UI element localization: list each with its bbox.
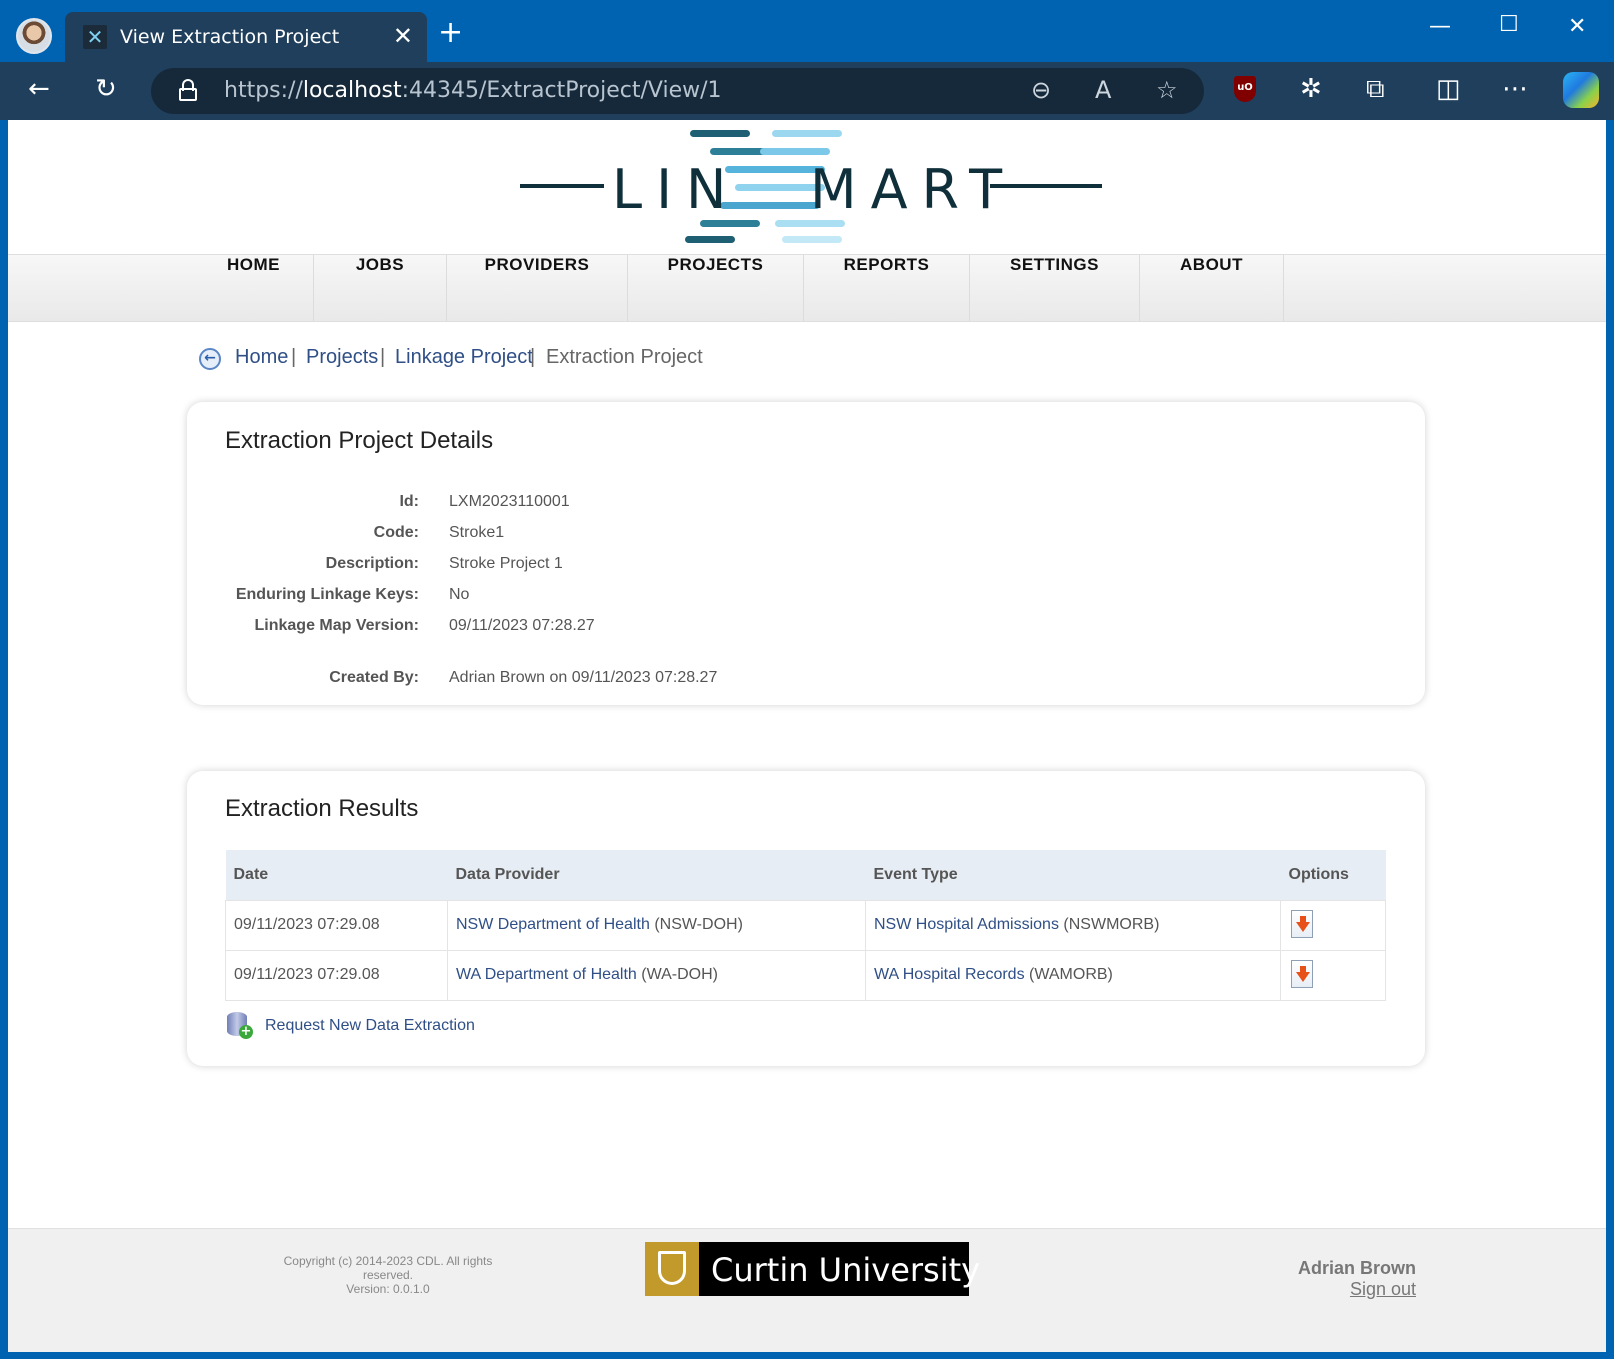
ublock-origin-icon[interactable]: uO [1234,76,1256,102]
table-row: 09/11/2023 07:29.08 WA Department of Hea… [225,949,1386,1001]
back-circle-icon[interactable]: ← [199,348,221,370]
download-file-icon[interactable] [1291,960,1315,990]
download-file-icon[interactable] [1291,910,1315,940]
breadcrumb-separator: | [291,346,297,368]
event-link[interactable]: NSW Hospital Admissions [874,916,1059,933]
description-value: Stroke Project 1 [449,555,563,572]
created-by-value: Adrian Brown on 09/11/2023 07:28.27 [449,669,718,686]
code-value: Stroke1 [449,524,505,541]
row-event: NSW Hospital Admissions (NSWMORB) [865,899,1281,951]
version-line: Version: 0.0.1.0 [346,1282,430,1296]
event-code: (WAMORB) [1029,966,1113,983]
nav-about[interactable]: ABOUT [1140,255,1284,322]
more-options-icon[interactable]: ⋯ [1502,74,1528,104]
row-event: WA Hospital Records (WAMORB) [865,949,1281,1001]
row-options [1280,949,1386,1001]
row-provider: NSW Department of Health (NSW-DOH) [447,899,866,951]
curtin-name: Curtin University [711,1251,981,1289]
col-data-provider: Data Provider [447,850,866,900]
curtin-crest-icon [645,1242,699,1296]
favorite-star-icon[interactable]: ☆ [1156,76,1178,104]
description-label: Description: [325,555,419,572]
nav-providers[interactable]: PROVIDERS [447,255,628,322]
results-card: Extraction Results Date Data Provider Ev… [187,771,1425,1066]
table-row: 09/11/2023 07:29.08 NSW Department of He… [225,899,1386,951]
site-header: LIN MART [8,120,1606,254]
read-aloud-icon[interactable]: A [1095,76,1111,104]
sign-out-link[interactable]: Sign out [1350,1279,1416,1300]
breadcrumb-projects[interactable]: Projects [306,346,378,369]
close-tab-icon[interactable]: ✕ [393,22,413,50]
curtin-university-logo[interactable]: Curtin University [645,1242,980,1296]
enduring-keys-value: No [449,586,470,603]
created-by-label: Created By: [329,669,419,686]
copyright-line: Copyright (c) 2014-2023 CDL. All rights … [283,1254,493,1282]
lock-icon[interactable] [179,79,197,101]
col-date: Date [225,850,448,900]
provider-code: (WA-DOH) [641,966,718,983]
address-bar[interactable]: https://localhost:44345/ExtractProject/V… [151,68,1204,114]
request-extraction-link[interactable]: Request New Data Extraction [265,1017,475,1035]
nav-home[interactable]: HOME [194,255,314,322]
id-value: LXM2023110001 [449,493,570,510]
row-date: 09/11/2023 07:29.08 [225,949,448,1001]
table-header-row: Date Data Provider Event Type Options [225,850,1386,900]
page-viewport: LIN MART HOME JOBS PROVIDERS PROJECTS RE… [8,120,1606,1352]
profile-avatar[interactable] [16,18,52,54]
browser-toolbar: ← ↻ https://localhost:44345/ExtractProje… [0,62,1614,120]
id-label: Id: [399,493,419,510]
col-options: Options [1280,850,1386,900]
maximize-icon[interactable]: ☐ [1499,12,1519,37]
browser-titlebar: ✕ View Extraction Project ✕ + — ☐ ✕ [0,0,1614,62]
window-close-icon[interactable]: ✕ [1568,14,1586,39]
breadcrumb-separator: | [530,346,536,368]
refresh-icon[interactable]: ↻ [95,74,117,104]
row-provider: WA Department of Health (WA-DOH) [447,949,866,1001]
new-tab-icon[interactable]: + [438,18,463,48]
provider-link[interactable]: NSW Department of Health [456,916,650,933]
copyright-text: Copyright (c) 2014-2023 CDL. All rights … [258,1254,518,1296]
logo-text-right: MART [810,158,1017,221]
breadcrumb-separator: | [380,346,386,368]
extension-gear-icon[interactable]: ✲ [1300,74,1322,104]
linxmart-favicon-icon: ✕ [83,25,107,49]
nav-projects[interactable]: PROJECTS [628,255,804,322]
event-code: (NSWMORB) [1063,916,1160,933]
results-title: Extraction Results [225,795,419,822]
linxmart-logo[interactable]: LIN MART [520,126,1102,244]
details-title: Extraction Project Details [225,427,494,454]
site-footer: Copyright (c) 2014-2023 CDL. All rights … [8,1228,1606,1352]
extensions-puzzle-icon[interactable]: ⧉ [1366,74,1385,104]
map-version-value: 09/11/2023 07:28.27 [449,617,595,634]
browser-tab[interactable]: ✕ View Extraction Project ✕ [65,12,427,62]
minimize-icon[interactable]: — [1429,14,1451,39]
nav-reports[interactable]: REPORTS [804,255,970,322]
provider-link[interactable]: WA Department of Health [456,966,637,983]
row-options [1280,899,1386,951]
event-link[interactable]: WA Hospital Records [874,966,1025,983]
row-date: 09/11/2023 07:29.08 [225,899,448,951]
map-version-label: Linkage Map Version: [254,617,419,634]
code-label: Code: [373,524,419,541]
results-table: Date Data Provider Event Type Options 09… [225,850,1386,1001]
logo-text-left: LIN [612,158,741,221]
zoom-out-icon[interactable]: ⊖ [1031,76,1051,104]
database-add-icon[interactable]: + [227,1012,253,1039]
copilot-icon[interactable] [1563,72,1599,108]
main-nav: HOME JOBS PROVIDERS PROJECTS REPORTS SET… [8,254,1606,322]
url-text[interactable]: https://localhost:44345/ExtractProject/V… [224,78,722,103]
details-card: Extraction Project Details Id: LXM202311… [187,402,1425,705]
breadcrumb-linkage-project[interactable]: Linkage Project [395,346,533,369]
back-arrow-icon[interactable]: ← [28,74,50,104]
nav-jobs[interactable]: JOBS [314,255,447,322]
split-screen-icon[interactable]: ◫ [1436,74,1461,104]
enduring-keys-label: Enduring Linkage Keys: [235,586,419,603]
breadcrumb-home[interactable]: Home [235,346,288,369]
breadcrumb-current: Extraction Project [546,346,703,368]
nav-settings[interactable]: SETTINGS [970,255,1140,322]
provider-code: (NSW-DOH) [654,916,743,933]
col-event-type: Event Type [865,850,1281,900]
current-user-name: Adrian Brown [1297,1258,1416,1278]
tab-title: View Extraction Project [120,26,340,48]
